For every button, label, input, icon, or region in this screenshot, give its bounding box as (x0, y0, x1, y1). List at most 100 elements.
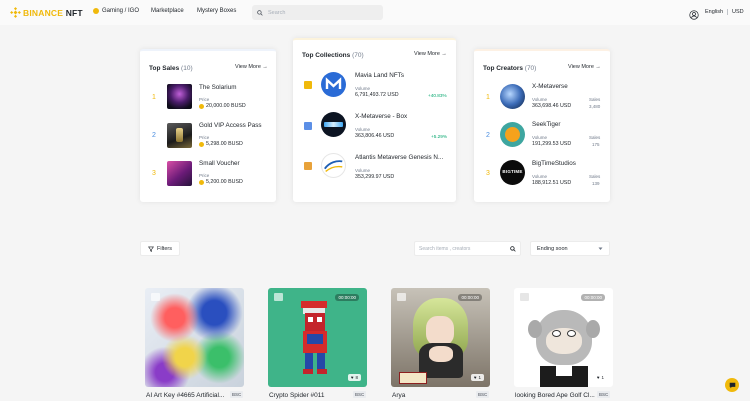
creator-volume: 363,698.46 USD (532, 103, 572, 109)
nft-name[interactable]: Arya (392, 392, 472, 399)
collection-name[interactable]: Atlantis Metaverse Genesis N... (355, 154, 443, 161)
nft-name[interactable]: Crypto Spider #011 (269, 392, 349, 399)
top-creators-title: Top Creators (70) (483, 65, 537, 72)
nav-marketplace-label: Marketplace (151, 8, 184, 14)
creator-name[interactable]: X-Metaverse (532, 83, 568, 90)
collection-name[interactable]: Mavia Land NFTs (355, 72, 404, 79)
silver-medal-icon (304, 122, 312, 130)
top-collections-view-more[interactable]: View More → (414, 51, 447, 57)
sales-label: Sales (589, 97, 601, 102)
header-search[interactable] (252, 5, 383, 20)
like-count[interactable]: ♥ 8 (347, 374, 361, 381)
rank-number: 1 (486, 94, 490, 101)
heart-icon: ♥ (596, 375, 600, 380)
filter-icon (148, 246, 154, 252)
chain-badge: BSC (597, 391, 611, 398)
search-icon (257, 9, 263, 16)
sales-label: Sales (589, 174, 601, 179)
chat-icon (729, 382, 735, 388)
sort-value: Ending soon (537, 245, 568, 252)
binance-nft-logo[interactable]: BINANCE NFT (10, 7, 83, 18)
rank-number: 3 (486, 170, 490, 177)
volume-label: Volume (355, 86, 371, 91)
collection-avatar[interactable] (321, 72, 346, 97)
volume-label: Volume (532, 135, 548, 140)
gamepad-icon (93, 8, 99, 14)
sale-price: 20,000.00 BUSD (199, 103, 246, 109)
volume-label: Volume (355, 168, 371, 173)
binance-logo-icon (10, 7, 21, 18)
top-collections-title: Top Collections (70) (302, 52, 364, 59)
language-selector[interactable]: English (705, 9, 723, 15)
image-type-icon (274, 293, 283, 301)
filters-label: Filters (157, 245, 172, 252)
price-label: Price (199, 135, 210, 140)
user-account-icon[interactable] (689, 7, 699, 20)
filters-button[interactable]: Filters (140, 241, 180, 256)
sale-price: 5,298.00 BUSD (199, 141, 243, 147)
collection-avatar[interactable] (321, 112, 346, 137)
volume-change: +40.83% (428, 93, 447, 98)
creator-name[interactable]: SeekTiger (532, 121, 560, 128)
nav-gaming-label: Gaming / IGO (102, 8, 140, 14)
rank-number: 2 (486, 132, 490, 139)
top-collections-card: Top Collections (70) View More → Mavia L… (293, 38, 456, 202)
collection-name[interactable]: X-Metaverse - Box (355, 113, 407, 120)
chain-badge: BSC (476, 391, 490, 398)
nft-thumbnail[interactable] (167, 84, 192, 109)
nft-name[interactable]: looking Bored Ape Golf Cl... (515, 392, 595, 399)
nft-thumbnail[interactable] (167, 123, 192, 148)
nft-card-image[interactable]: 00:00:00 ♥ 1 (514, 288, 613, 387)
currency-selector[interactable]: USD (732, 9, 744, 15)
nft-name[interactable]: AI Art Key #4665 Artificial... (146, 392, 228, 399)
sort-select[interactable]: Ending soon (530, 241, 610, 256)
creator-avatar[interactable]: BIGTIME (500, 160, 525, 185)
nft-card-image[interactable]: 00:00:00 ♥ 8 (268, 288, 367, 387)
busd-coin-icon (199, 141, 204, 147)
divider (727, 9, 729, 15)
chain-badge: BSC (353, 391, 367, 398)
sale-item-name[interactable]: Small Voucher (199, 160, 240, 167)
search-icon[interactable] (510, 245, 516, 252)
nft-card-image[interactable] (145, 288, 244, 387)
collection-volume: 6,791,493.72 USD (355, 92, 399, 98)
creator-sales: 139 (592, 181, 600, 186)
volume-label: Volume (532, 97, 548, 102)
volume-label: Volume (355, 127, 371, 132)
top-sales-view-more[interactable]: View More → (235, 64, 268, 70)
like-count[interactable]: ♥ 1 (470, 374, 484, 381)
volume-change: +5.29% (431, 134, 448, 139)
language-currency[interactable]: English USD (705, 9, 744, 15)
creator-name[interactable]: BigTimeStudios (532, 160, 576, 167)
logo-product: NFT (65, 7, 83, 18)
sale-item-name[interactable]: The Solarium (199, 84, 236, 91)
nav-mystery-label: Mystery Boxes (197, 8, 237, 14)
items-search-input[interactable] (419, 245, 499, 252)
collection-avatar[interactable] (321, 153, 346, 178)
logo-brand: BINANCE (23, 7, 64, 18)
nav-mystery-boxes[interactable]: Mystery Boxes (197, 8, 236, 14)
heart-icon: ♥ (473, 375, 477, 380)
sale-item-name[interactable]: Gold VIP Access Pass (199, 122, 262, 129)
nft-card-image[interactable]: 00:00:00 ♥ 1 (391, 288, 490, 387)
creator-avatar[interactable] (500, 122, 525, 147)
creator-volume: 188,912.51 USD (532, 180, 572, 186)
top-creators-view-more[interactable]: View More → (568, 64, 601, 70)
nav-marketplace[interactable]: Marketplace (151, 8, 184, 14)
like-count[interactable]: ♥ 1 (593, 374, 607, 381)
nav-gaming-igo[interactable]: Gaming / IGO (93, 8, 139, 14)
image-type-icon (397, 293, 406, 301)
rank-number: 3 (152, 170, 156, 177)
busd-coin-icon (199, 179, 204, 185)
chain-badge: BSC (230, 391, 244, 398)
creator-avatar[interactable] (500, 84, 525, 109)
creator-sales: 175 (592, 142, 600, 147)
image-type-icon (520, 293, 529, 301)
chat-support-button[interactable] (725, 378, 739, 392)
heart-icon: ♥ (350, 375, 354, 380)
items-search[interactable] (414, 241, 521, 256)
header-search-input[interactable] (268, 9, 368, 16)
nft-thumbnail[interactable] (167, 161, 192, 186)
busd-coin-icon (199, 103, 204, 109)
auction-timer: 00:00:00 (581, 294, 605, 301)
